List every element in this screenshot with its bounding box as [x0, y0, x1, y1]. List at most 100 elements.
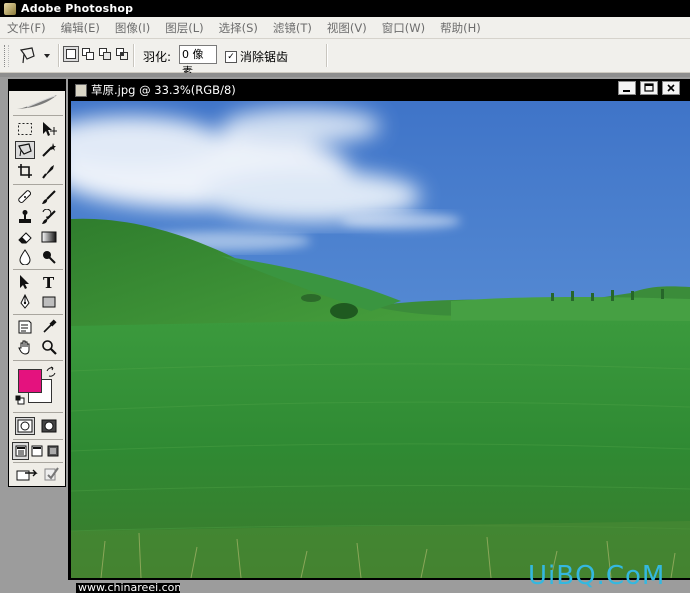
antialias-option[interactable]: ✓ 消除锯齿 — [225, 48, 288, 65]
feather-input[interactable]: 0 像素 — [179, 45, 217, 78]
antialias-checkbox[interactable]: ✓ — [225, 50, 237, 63]
toolbox-divider — [13, 314, 63, 315]
toolbox: T — [8, 79, 66, 487]
rectangular-marquee-icon — [18, 123, 32, 135]
menu-image[interactable]: 图像(I) — [108, 20, 158, 36]
svg-text:T: T — [43, 274, 55, 290]
menu-edit[interactable]: 编辑(E) — [54, 20, 108, 36]
pen-tool[interactable] — [15, 293, 35, 311]
slice-knife-icon — [42, 165, 54, 179]
toolbox-divider — [13, 412, 63, 413]
commit-check-button[interactable] — [41, 465, 61, 483]
toolbox-divider — [13, 360, 63, 361]
intersect-selection-button[interactable] — [114, 46, 130, 62]
maximize-button[interactable] — [640, 81, 658, 95]
eraser-tool[interactable] — [15, 228, 35, 246]
foreground-color-swatch[interactable] — [18, 369, 42, 393]
options-separator — [58, 44, 60, 67]
path-selection-tool[interactable] — [15, 273, 35, 291]
hand-icon — [18, 340, 30, 355]
menu-help[interactable]: 帮助(H) — [433, 20, 489, 36]
options-bar-grip[interactable] — [4, 45, 9, 67]
menu-window[interactable]: 窗口(W) — [375, 20, 433, 36]
rectangle-shape-icon — [42, 296, 56, 308]
default-colors-icon[interactable] — [15, 395, 25, 405]
close-icon — [667, 84, 675, 92]
hand-tool[interactable] — [15, 338, 35, 356]
standard-mode-button[interactable] — [15, 417, 35, 435]
jump-to-imageready-button[interactable] — [15, 465, 39, 483]
add-selection-icon — [82, 48, 94, 60]
menu-bar: 文件(F) 编辑(E) 图像(I) 图层(L) 选择(S) 滤镜(T) 视图(V… — [0, 17, 690, 39]
shape-tool[interactable] — [39, 293, 59, 311]
gradient-tool[interactable] — [39, 228, 59, 246]
notes-tool[interactable] — [15, 318, 35, 336]
lasso-tool[interactable] — [15, 141, 35, 159]
feather-label: 羽化: — [143, 50, 172, 64]
antialias-label: 消除锯齿 — [240, 50, 289, 64]
tool-preset-picker[interactable] — [18, 45, 56, 65]
full-screen-mode-button[interactable] — [45, 442, 61, 460]
watermark-left-text: www.chinareei.com — [78, 583, 180, 593]
toolbox-title-bar[interactable] — [9, 80, 65, 91]
crop-tool[interactable] — [15, 162, 35, 180]
zoom-tool[interactable] — [39, 338, 59, 356]
quick-mask-mode-button[interactable] — [39, 417, 59, 435]
stamp-icon — [19, 210, 31, 223]
menu-filter[interactable]: 滤镜(T) — [266, 20, 320, 36]
move-tool[interactable] — [39, 120, 59, 138]
dodge-tool[interactable] — [39, 248, 59, 266]
magic-wand-icon — [42, 143, 56, 157]
pen-nib-icon — [20, 294, 30, 309]
eyedropper-tool[interactable] — [39, 318, 59, 336]
eyedropper-icon — [43, 319, 57, 333]
photoshop-app-icon — [4, 2, 16, 15]
magnifier-icon — [42, 340, 57, 355]
options-separator — [133, 44, 135, 67]
magic-wand-tool[interactable] — [39, 141, 59, 159]
toolbox-divider — [13, 462, 63, 463]
menu-view[interactable]: 视图(V) — [320, 20, 375, 36]
blur-tool[interactable] — [15, 248, 35, 266]
note-icon — [18, 320, 32, 334]
minimize-button[interactable] — [618, 81, 636, 95]
adobe-feather-logo[interactable] — [15, 93, 59, 112]
arrow-cursor-icon — [20, 275, 29, 289]
close-button[interactable] — [662, 81, 680, 95]
gradient-icon — [41, 231, 57, 243]
type-t-icon: T — [43, 274, 55, 290]
history-brush-tool[interactable] — [39, 208, 59, 226]
type-tool[interactable]: T — [39, 273, 59, 291]
workspace-strip — [0, 73, 690, 77]
standard-screen-mode-button[interactable] — [12, 442, 29, 460]
menu-select[interactable]: 选择(S) — [212, 20, 266, 36]
slice-tool[interactable] — [39, 162, 59, 180]
healing-brush-tool[interactable] — [15, 188, 35, 206]
maximize-icon — [644, 83, 654, 92]
options-bar: 羽化: 0 像素 ✓ 消除锯齿 — [0, 39, 690, 78]
standard-mode-icon — [17, 419, 33, 433]
new-selection-button[interactable] — [63, 46, 79, 62]
add-to-selection-button[interactable] — [80, 46, 96, 62]
clone-stamp-tool[interactable] — [15, 208, 35, 226]
toolbox-divider — [13, 439, 63, 440]
polygonal-lasso-icon — [19, 47, 50, 64]
screen-mode-standard-icon — [15, 445, 26, 457]
toolbox-divider — [13, 269, 63, 270]
toolbox-divider — [13, 184, 63, 185]
image-canvas[interactable] — [71, 101, 690, 578]
selection-mode-group — [63, 46, 130, 62]
full-screen-menu-mode-button[interactable] — [29, 442, 45, 460]
brush-tool[interactable] — [39, 188, 59, 206]
imageready-icon — [16, 469, 38, 481]
subtract-from-selection-button[interactable] — [97, 46, 113, 62]
document-title-bar[interactable]: 草原.jpg @ 33.3%(RGB/8) — [68, 79, 690, 101]
polygonal-lasso-tool-icon — [18, 143, 32, 157]
marquee-tool[interactable] — [15, 120, 35, 138]
toolbox-divider — [13, 115, 63, 116]
swap-colors-icon[interactable] — [45, 366, 57, 378]
crop-icon — [18, 164, 32, 178]
menu-layer[interactable]: 图层(L) — [158, 20, 211, 36]
document-title: 草原.jpg @ 33.3%(RGB/8) — [91, 83, 236, 97]
menu-file[interactable]: 文件(F) — [0, 20, 54, 36]
